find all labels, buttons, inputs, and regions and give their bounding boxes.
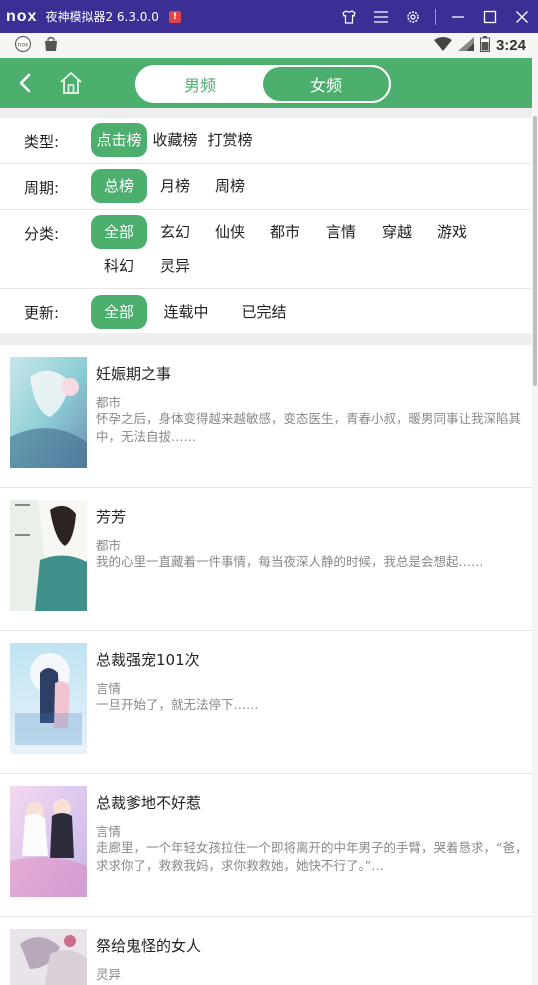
title-divider — [435, 8, 436, 25]
chip-category-xuanhuan[interactable]: 玄幻 — [147, 215, 203, 249]
chip-category-urban[interactable]: 都市 — [257, 215, 313, 249]
close-icon[interactable] — [506, 0, 538, 33]
maximize-icon[interactable] — [474, 0, 506, 33]
nox-logo: nox — [6, 7, 38, 25]
emulator-title: 夜神模拟器2 6.3.0.0 — [45, 10, 159, 24]
chip-period-total[interactable]: 总榜 — [91, 169, 147, 203]
filter-label-update: 更新: — [24, 304, 60, 322]
book-cover[interactable] — [10, 929, 87, 985]
book-list-item[interactable]: 总裁强宠101次 言情 一旦开始了，就无法停下…… — [0, 631, 532, 774]
book-category: 灵异 — [96, 967, 122, 982]
chip-period-month[interactable]: 月榜 — [147, 169, 203, 203]
book-cover[interactable] — [10, 643, 87, 754]
book-cover[interactable] — [10, 357, 87, 468]
scrollbar-track[interactable] — [532, 58, 538, 985]
home-icon[interactable] — [58, 70, 84, 96]
back-arrow-icon[interactable] — [14, 71, 38, 95]
section-gap — [0, 108, 532, 118]
menu-icon[interactable] — [365, 0, 397, 33]
filter-label-type: 类型: — [24, 133, 60, 151]
book-description: 怀孕之后，身体变得越来越敏感，变态医生，青春小叔，暖男同事让我深陷其中，无法自拔… — [96, 411, 522, 444]
svg-text:nox: nox — [18, 41, 29, 48]
book-list-item[interactable]: 妊娠期之事 都市 怀孕之后，身体变得越来越敏感，变态医生，青春小叔，暖男同事让我… — [0, 345, 532, 488]
tab-female[interactable]: 女频 — [263, 67, 389, 101]
settings-gear-icon[interactable] — [397, 0, 429, 33]
book-title[interactable]: 祭给鬼怪的女人 — [96, 935, 201, 956]
book-list-item[interactable]: 祭给鬼怪的女人 灵异 — [0, 917, 532, 985]
book-title[interactable]: 芳芳 — [96, 506, 126, 527]
shopping-bag-icon — [42, 35, 60, 57]
book-title[interactable]: 妊娠期之事 — [96, 363, 171, 384]
book-category: 言情 — [96, 681, 122, 696]
chip-category-supernatural[interactable]: 灵异 — [147, 249, 203, 283]
gender-segmented-control: 男频 女频 — [135, 65, 391, 103]
app-header: 男频 女频 — [0, 58, 532, 108]
tab-male[interactable]: 男频 — [137, 67, 263, 101]
minimize-icon[interactable] — [442, 0, 474, 33]
battery-icon — [479, 35, 490, 56]
book-list-item[interactable]: 芳芳 都市 我的心里一直藏着一件事情，每当夜深人静的时候，我总是会想起…… — [0, 488, 532, 631]
alert-badge[interactable]: ! — [168, 10, 181, 23]
book-category: 都市 — [96, 538, 122, 553]
chip-category-timetravel[interactable]: 穿越 — [369, 215, 425, 249]
book-description: 走廊里，一个年轻女孩拉住一个即将离开的中年男子的手臂，哭着恳求，“爸，求求你了，… — [96, 840, 528, 873]
filter-row-type: 类型: 点击榜 收藏榜 打赏榜 — [0, 118, 532, 164]
chip-category-xianxia[interactable]: 仙侠 — [202, 215, 258, 249]
book-category: 言情 — [96, 824, 122, 839]
filter-row-category: 分类: 全部 玄幻 仙侠 都市 言情 穿越 游戏 科幻 灵异 — [0, 210, 532, 289]
book-category: 都市 — [96, 395, 122, 410]
section-gap — [0, 333, 532, 345]
chip-type-collect[interactable]: 收藏榜 — [147, 123, 203, 157]
book-title[interactable]: 总裁强宠101次 — [96, 649, 200, 670]
cell-signal-icon — [457, 36, 474, 55]
filter-label-period: 周期: — [24, 179, 60, 197]
book-cover[interactable] — [10, 786, 87, 897]
scrollbar-thumb[interactable] — [533, 116, 537, 386]
book-description: 一旦开始了，就无法停下…… — [96, 697, 259, 712]
emulator-title-bar: nox 夜神模拟器2 6.3.0.0 ! — [0, 0, 538, 33]
chip-category-all[interactable]: 全部 — [91, 215, 147, 249]
chip-update-ongoing[interactable]: 连载中 — [152, 295, 220, 329]
book-list-item[interactable]: 总裁爹地不好惹 言情 走廊里，一个年轻女孩拉住一个即将离开的中年男子的手臂，哭着… — [0, 774, 532, 917]
chip-category-scifi[interactable]: 科幻 — [91, 249, 147, 283]
chip-period-week[interactable]: 周榜 — [202, 169, 258, 203]
wifi-icon — [433, 36, 452, 55]
filter-label-category: 分类: — [24, 225, 60, 243]
nox-notification-icon: nox — [14, 35, 32, 57]
chip-category-romance[interactable]: 言情 — [313, 215, 369, 249]
chip-update-all[interactable]: 全部 — [91, 295, 147, 329]
status-time: 3:24 — [495, 37, 526, 54]
book-description: 我的心里一直藏着一件事情，每当夜深人静的时候，我总是会想起…… — [96, 554, 484, 569]
filter-panel: 类型: 点击榜 收藏榜 打赏榜 周期: 总榜 月榜 周榜 分类: 全部 玄幻 仙… — [0, 118, 532, 333]
chip-type-reward[interactable]: 打赏榜 — [202, 123, 258, 157]
filter-row-period: 周期: 总榜 月榜 周榜 — [0, 164, 532, 210]
chip-category-game[interactable]: 游戏 — [424, 215, 480, 249]
filter-row-update: 更新: 全部 连载中 已完结 — [0, 289, 532, 333]
chip-type-click[interactable]: 点击榜 — [91, 123, 147, 157]
book-cover[interactable] — [10, 500, 87, 611]
book-title[interactable]: 总裁爹地不好惹 — [96, 792, 201, 813]
chip-update-finished[interactable]: 已完结 — [230, 295, 298, 329]
android-status-bar: nox 3:24 — [0, 33, 538, 58]
skin-shirt-icon[interactable] — [333, 0, 365, 33]
